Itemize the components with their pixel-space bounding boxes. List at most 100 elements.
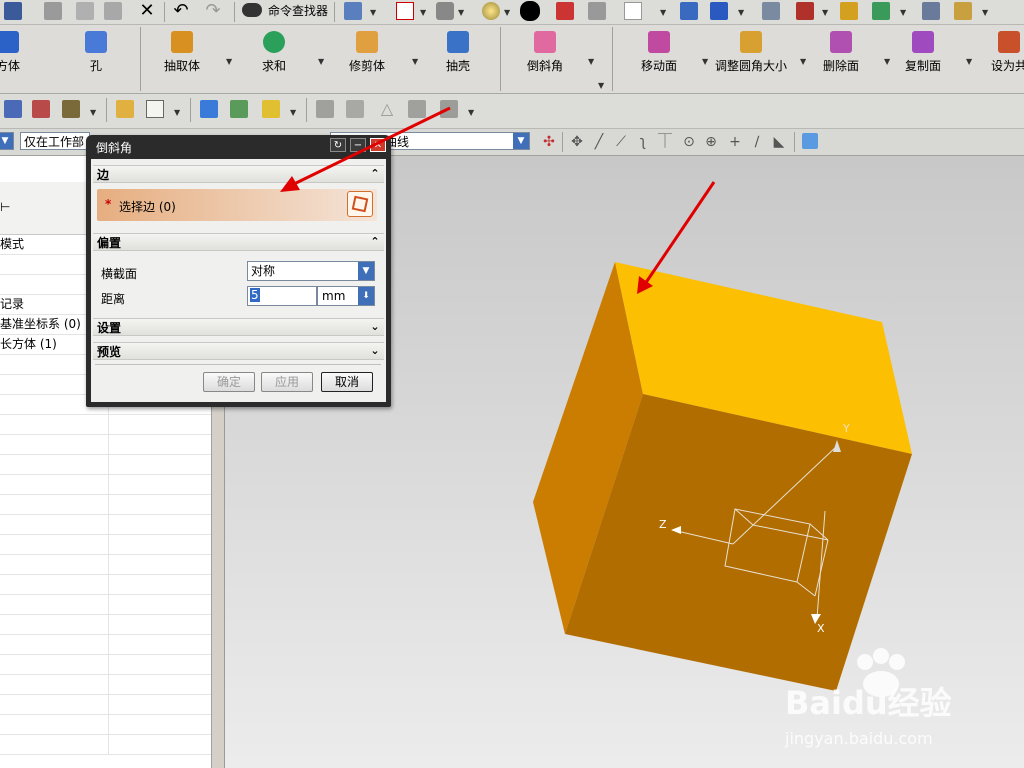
delete-face-button[interactable]: 删除面 bbox=[818, 31, 864, 74]
table-row bbox=[0, 414, 211, 435]
selection-scope-combo[interactable]: 仅在工作部 bbox=[20, 132, 90, 150]
block-button[interactable]: 方体 bbox=[0, 31, 28, 74]
drafting-view-icon bbox=[316, 100, 334, 118]
hole-button[interactable]: 孔 bbox=[76, 31, 116, 74]
edge-section-header[interactable]: 边 ⌃ bbox=[93, 165, 384, 183]
chevron-up-icon[interactable]: ⌃ bbox=[366, 234, 384, 250]
end-point-icon[interactable]: ╱ bbox=[590, 133, 608, 151]
trim-body-icon bbox=[356, 31, 378, 53]
point-on-face-icon[interactable]: ◣ bbox=[770, 133, 788, 151]
orient-icon[interactable] bbox=[710, 2, 728, 20]
shaded-view-icon[interactable] bbox=[436, 2, 454, 20]
show-hide-icon[interactable] bbox=[4, 100, 22, 118]
resize-blend-icon bbox=[740, 31, 762, 53]
preview-section-header[interactable]: 预览 ⌄ bbox=[93, 342, 384, 360]
undo-icon[interactable]: ↶ bbox=[172, 2, 190, 20]
move-face-button[interactable]: 移动面 bbox=[636, 31, 682, 74]
set-coplanar-button[interactable]: 设为共 bbox=[986, 31, 1024, 74]
distance-input[interactable]: 5 bbox=[247, 286, 317, 306]
motion-icon[interactable] bbox=[872, 2, 890, 20]
distance-label: 距离 bbox=[101, 292, 126, 306]
cross-section-select[interactable]: 对称 ▼ bbox=[247, 261, 375, 281]
dialog-title: 倒斜角 bbox=[96, 141, 133, 155]
select-edge-field[interactable]: * 选择边 (0) bbox=[97, 189, 377, 221]
cross-section-label: 横截面 bbox=[101, 267, 138, 281]
trim-body-button[interactable]: 修剪体 bbox=[344, 31, 390, 74]
move-face-icon bbox=[648, 31, 670, 53]
snap-point-icon[interactable]: ✥ bbox=[568, 133, 586, 151]
point-on-curve-icon[interactable]: ∕ bbox=[748, 133, 766, 151]
section-view-icon[interactable] bbox=[556, 2, 574, 20]
chamfer-button[interactable]: 倒斜角 bbox=[522, 31, 568, 74]
ruler-icon[interactable] bbox=[922, 2, 940, 20]
fit-view-icon[interactable] bbox=[396, 2, 414, 20]
edge-selector-icon[interactable] bbox=[347, 191, 373, 217]
table-row bbox=[0, 434, 211, 455]
save-icon[interactable] bbox=[4, 2, 22, 20]
type-filter-combo[interactable]: ▼ bbox=[0, 132, 14, 150]
x-axis-label: X bbox=[817, 622, 825, 635]
assembly-icon[interactable] bbox=[200, 100, 218, 118]
object-display-icon[interactable] bbox=[62, 100, 80, 118]
table-row bbox=[0, 514, 211, 535]
measure-icon[interactable] bbox=[954, 2, 972, 20]
stop-at-intersection-icon[interactable]: ✣ bbox=[540, 133, 558, 151]
component-icon[interactable] bbox=[262, 100, 280, 118]
resize-blend-button[interactable]: 调整圆角大小 bbox=[712, 31, 790, 74]
analysis-icon[interactable] bbox=[796, 2, 814, 20]
table-row bbox=[0, 734, 211, 755]
ok-button[interactable]: 确定 bbox=[203, 372, 255, 392]
info-icon[interactable] bbox=[762, 2, 780, 20]
command-finder-button[interactable]: 命令查找器 bbox=[268, 2, 328, 19]
tools-icon[interactable] bbox=[840, 2, 858, 20]
document-icon[interactable] bbox=[146, 100, 164, 118]
unit-select[interactable]: mm ⬇ bbox=[317, 286, 375, 306]
extract-body-button[interactable]: 抽取体 bbox=[160, 31, 204, 74]
delete-icon[interactable]: ✕ bbox=[138, 2, 156, 20]
cut-icon[interactable] bbox=[44, 2, 62, 20]
binoculars-icon[interactable] bbox=[242, 3, 262, 17]
cancel-button[interactable]: 取消 bbox=[321, 372, 373, 392]
apply-button[interactable]: 应用 bbox=[261, 372, 313, 392]
minimize-icon[interactable]: − bbox=[350, 138, 366, 152]
reset-icon[interactable]: ↻ bbox=[330, 138, 346, 152]
paste-icon[interactable] bbox=[104, 2, 122, 20]
arc-center-icon[interactable]: ⊙ bbox=[680, 133, 698, 151]
hide-icon[interactable] bbox=[32, 100, 50, 118]
table-row bbox=[0, 574, 211, 595]
intersection-icon[interactable]: ⏉ bbox=[656, 133, 674, 151]
sphere-icon[interactable] bbox=[482, 2, 500, 20]
mid-point-icon[interactable]: ⟋ bbox=[612, 133, 630, 151]
shell-button[interactable]: 抽壳 bbox=[436, 31, 480, 74]
selection-filter-icon[interactable] bbox=[344, 2, 362, 20]
control-point-icon[interactable]: ʅ bbox=[634, 133, 652, 151]
constraint-icon[interactable] bbox=[230, 100, 248, 118]
dialog-divider bbox=[95, 364, 381, 365]
wcs-icon[interactable] bbox=[680, 2, 698, 20]
pencil-icon[interactable] bbox=[116, 100, 134, 118]
close-icon[interactable]: ✕ bbox=[370, 138, 386, 152]
set-coplanar-icon bbox=[998, 31, 1020, 53]
extract-body-icon bbox=[171, 31, 193, 53]
standard-toolbar: ✕ ↶ ↷ 命令查找器 ▼ ▼ ▼ ▼ ▼ ▼ ▼ ▼ ▼ bbox=[0, 0, 1024, 25]
cube-icon[interactable] bbox=[802, 133, 818, 149]
chevron-down-icon: ⬇ bbox=[358, 287, 374, 305]
chamfer-dialog: 倒斜角 ↻ − ✕ 边 ⌃ * 选择边 (0) 偏置 ⌃ 横截面 对称 ▼ 距离… bbox=[86, 135, 391, 407]
table-row bbox=[0, 674, 211, 695]
chevron-up-icon[interactable]: ⌃ bbox=[366, 166, 384, 182]
existing-point-icon[interactable]: + bbox=[726, 133, 744, 151]
chevron-down-icon[interactable]: ⌄ bbox=[366, 343, 384, 359]
unite-button[interactable]: 求和 bbox=[254, 31, 294, 74]
settings-section-header[interactable]: 设置 ⌄ bbox=[93, 318, 384, 336]
copy-icon[interactable] bbox=[76, 2, 94, 20]
copy-face-icon bbox=[912, 31, 934, 53]
table-row bbox=[0, 474, 211, 495]
blank-view-icon[interactable] bbox=[624, 2, 642, 20]
quadrant-icon[interactable]: ⊕ bbox=[702, 133, 720, 151]
redo-icon[interactable]: ↷ bbox=[204, 2, 222, 20]
offset-section-header[interactable]: 偏置 ⌃ bbox=[93, 233, 384, 251]
copy-face-button[interactable]: 复制面 bbox=[900, 31, 946, 74]
chevron-down-icon[interactable]: ⌄ bbox=[366, 319, 384, 335]
display-mode-icon[interactable] bbox=[520, 1, 540, 21]
layer-icon[interactable] bbox=[588, 2, 606, 20]
